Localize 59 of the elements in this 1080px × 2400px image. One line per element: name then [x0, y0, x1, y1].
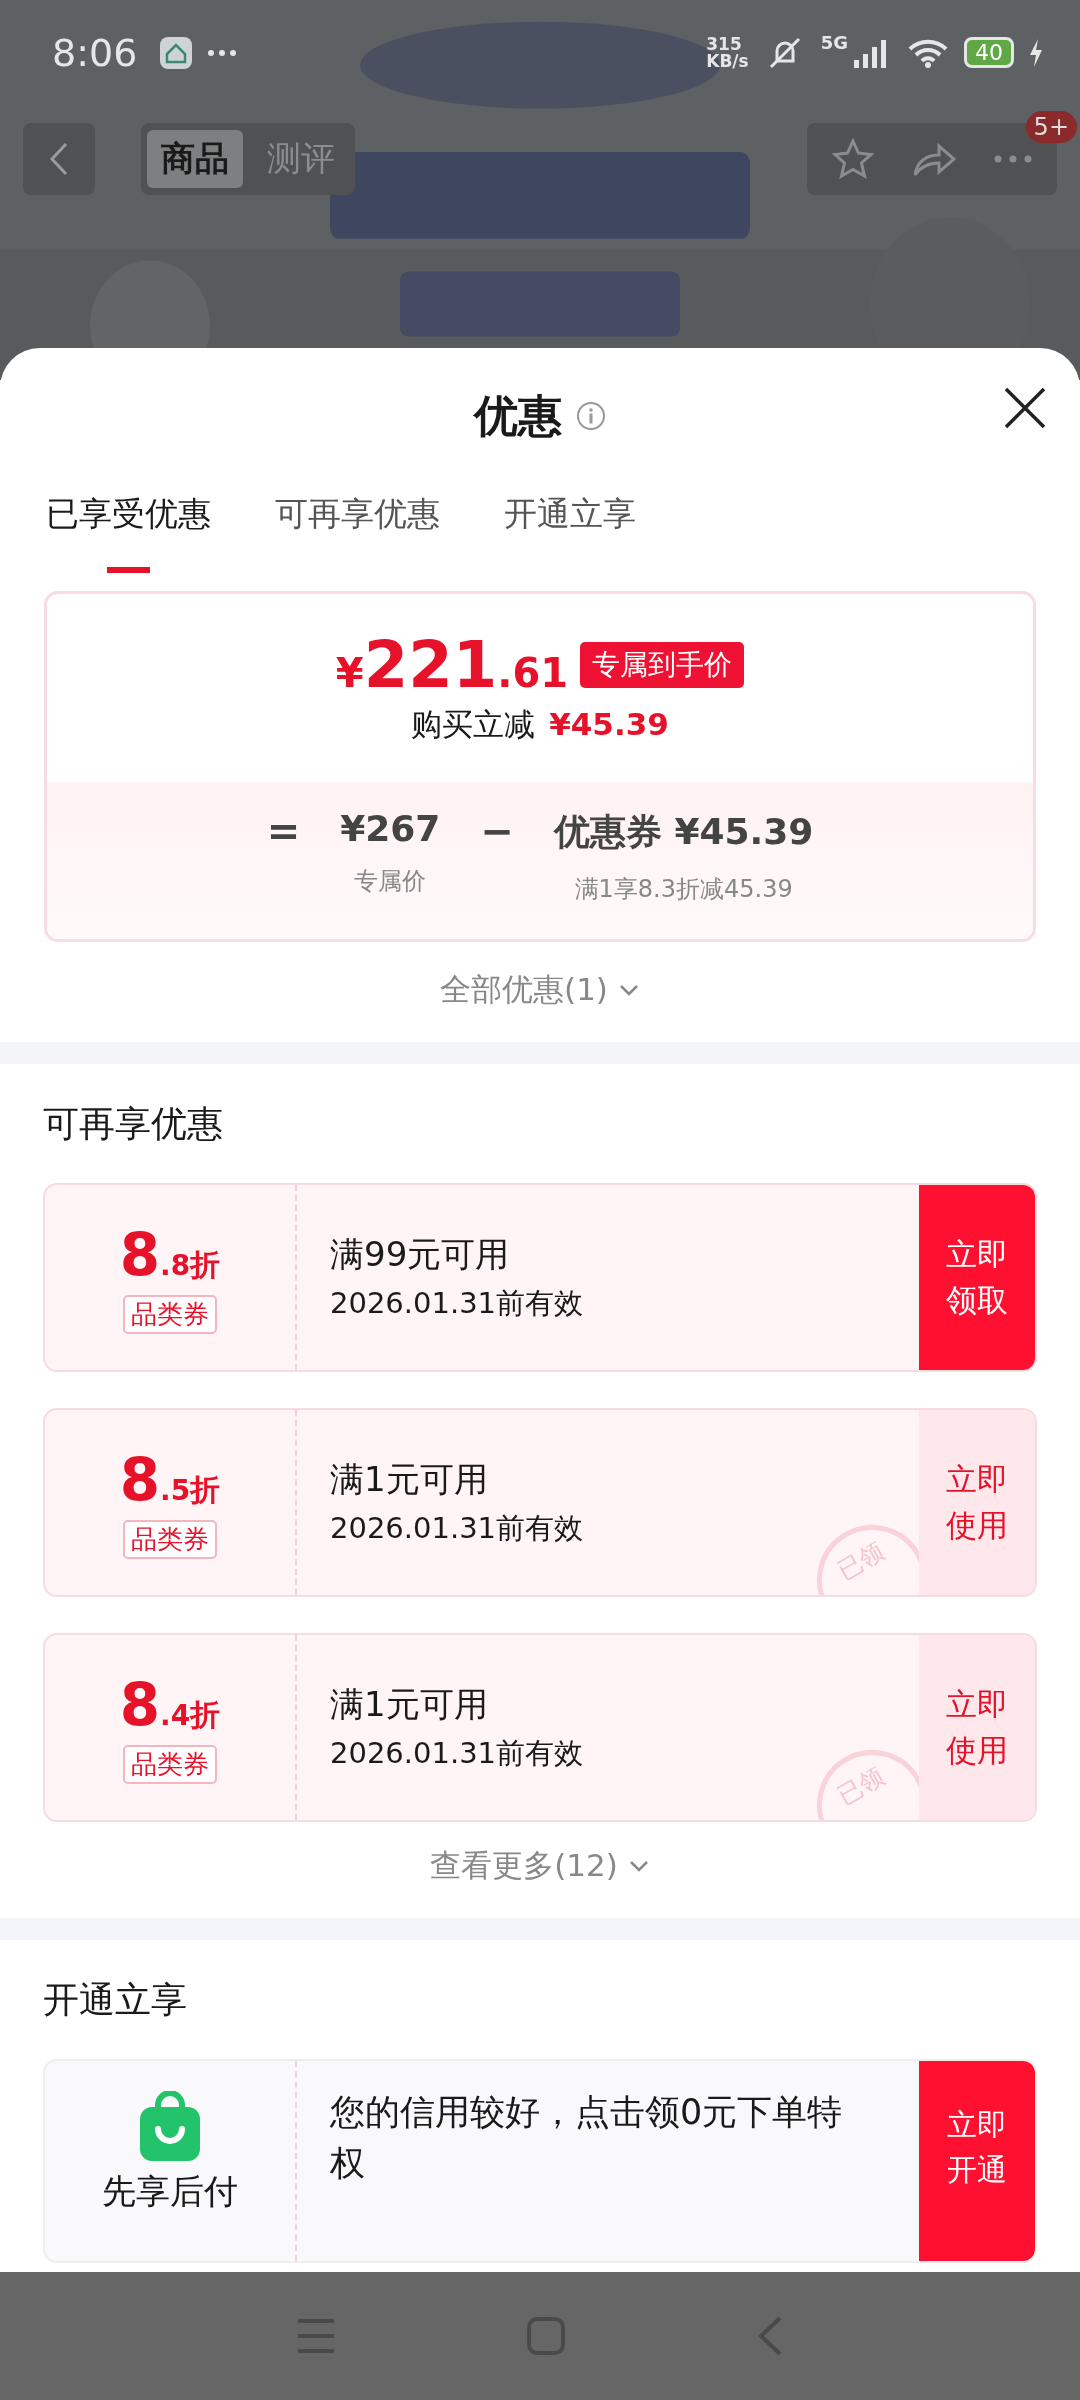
saving-label: 购买立减	[411, 705, 536, 744]
service-name: 先享后付	[102, 2170, 238, 2213]
tab[interactable]: 已享受优惠	[24, 492, 233, 573]
status-time: 8:06	[52, 30, 138, 75]
coupon-type-tag: 品类券	[123, 1295, 217, 1334]
tab[interactable]: 开通立享	[482, 492, 658, 573]
discount-value: 8.4折	[119, 1671, 221, 1739]
section-title: 开通立享	[43, 1978, 188, 2022]
coupon-condition: 满99元可用	[330, 1232, 511, 1276]
back-icon[interactable]	[48, 141, 70, 177]
more-icon[interactable]	[993, 155, 1033, 163]
coupon-expiry: 2026.01.31前有效	[330, 1284, 585, 1322]
battery-indicator: 40	[964, 37, 1014, 68]
nav-tab[interactable]: 测评	[253, 130, 349, 188]
shopping-bag-icon	[138, 2091, 202, 2163]
chevron-down-icon[interactable]	[627, 1859, 650, 1873]
price-tag: 专属到手价	[580, 642, 745, 688]
coupon-type-tag: 品类券	[123, 1745, 217, 1784]
discount-value: 8.8折	[119, 1221, 221, 1289]
operator-sign: =	[266, 808, 301, 854]
home-app-icon	[159, 35, 194, 70]
notification-badge: 5+	[1025, 111, 1077, 143]
breakdown-amount: ¥267	[340, 808, 441, 849]
sheet-title: 优惠	[474, 388, 562, 443]
more-icon	[207, 48, 238, 57]
coupon-condition: 满1元可用	[330, 1682, 489, 1726]
back-icon[interactable]	[756, 2315, 784, 2357]
coupon-action-button[interactable]: 立即 使用	[919, 1410, 1035, 1595]
chevron-down-icon[interactable]	[617, 983, 640, 997]
coupon-condition: 满1元可用	[330, 1457, 489, 1501]
coupon-expiry: 2026.01.31前有效	[330, 1734, 585, 1772]
activate-button[interactable]: 立即 开通	[919, 2061, 1035, 2261]
star-icon[interactable]	[831, 138, 875, 180]
discount-value: 8.5折	[119, 1446, 221, 1514]
coupon-action-button[interactable]: 立即 领取	[919, 1185, 1035, 1370]
final-price: ¥221.61	[335, 628, 569, 702]
section-title: 可再享优惠	[43, 1102, 224, 1146]
tab[interactable]: 可再享优惠	[253, 492, 462, 573]
coupon-action-button[interactable]: 立即 使用	[919, 1635, 1035, 1820]
share-icon[interactable]	[911, 141, 957, 177]
close-icon[interactable]	[1003, 386, 1047, 430]
charging-icon	[1028, 37, 1044, 68]
home-icon[interactable]	[526, 2316, 566, 2356]
info-icon[interactable]	[576, 401, 606, 431]
breakdown-note: 满1享8.3折减45.39	[574, 874, 793, 905]
view-more-link[interactable]: 查看更多(12)	[424, 1844, 656, 1888]
network-speed: 315 KB/s	[706, 35, 749, 70]
breakdown-amount: 优惠券 ¥45.39	[553, 810, 814, 854]
service-description: 您的信用较好，点击领0元下单特权	[330, 2091, 844, 2185]
breakdown-note: 专属价	[354, 866, 427, 897]
coupon-type-tag: 品类券	[123, 1520, 217, 1559]
all-offers-link[interactable]: 全部优惠(1)	[434, 968, 646, 1012]
coupon-expiry: 2026.01.31前有效	[330, 1509, 585, 1547]
menu-icon[interactable]	[296, 2317, 336, 2355]
nav-tab[interactable]: 商品	[147, 130, 243, 188]
operator-sign: −	[480, 808, 514, 854]
network-type: 5G	[820, 32, 848, 53]
back-button[interactable]	[23, 123, 95, 195]
saving-amount: ¥45.39	[549, 706, 669, 742]
